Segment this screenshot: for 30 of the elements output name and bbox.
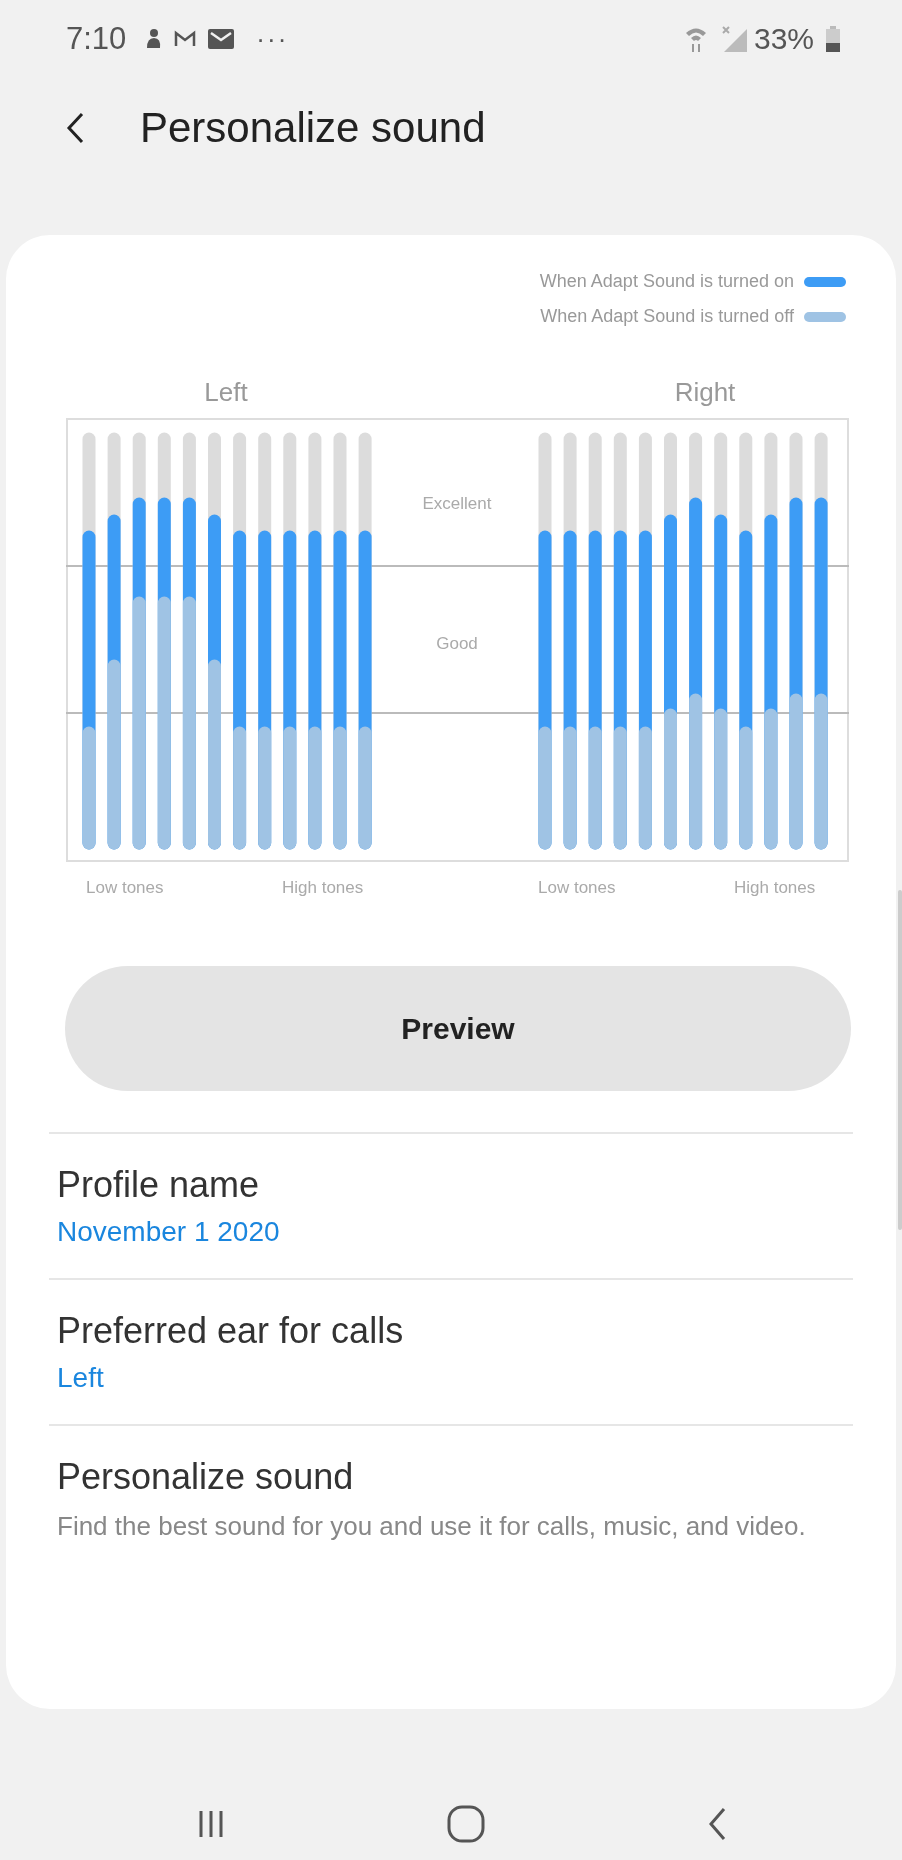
legend-label: When Adapt Sound is turned off: [540, 306, 794, 327]
axis-label: High tones: [282, 878, 365, 898]
chart-side-label: Right: [673, 377, 737, 408]
page-title: Personalize sound: [140, 104, 486, 152]
status-time: 7:10: [66, 21, 127, 57]
setting-value: Left: [57, 1362, 105, 1394]
setting-title: Personalize sound: [57, 1456, 355, 1498]
mail-icon: [208, 29, 235, 49]
more-notifications: ···: [256, 23, 289, 55]
setting-title: Preferred ear for calls: [57, 1310, 405, 1352]
home-icon[interactable]: [446, 1804, 486, 1844]
chart-side-label: Left: [203, 377, 249, 408]
settings-item[interactable]: Preferred ear for calls Left: [49, 1278, 853, 1424]
recent-apps-icon[interactable]: [198, 1809, 224, 1839]
setting-value: November 1 2020: [57, 1216, 281, 1248]
signal-icon: [719, 25, 748, 53]
back-icon[interactable]: [66, 112, 84, 144]
legend-label: When Adapt Sound is turned on: [539, 271, 794, 292]
setting-description: Find the best sound for you and use it for calls, music, and video.: [57, 1510, 807, 1543]
setting-title: Profile name: [57, 1164, 261, 1206]
preview-button[interactable]: Preview: [65, 966, 851, 1091]
back-icon[interactable]: [708, 1807, 726, 1841]
settings-item[interactable]: Profile name November 1 2020: [49, 1132, 853, 1278]
battery-icon: [826, 26, 840, 52]
hearing-chart-drawing: Excellent Good: [66, 418, 849, 862]
axis-label: Low tones: [538, 878, 617, 898]
axis-label: Low tones: [86, 878, 165, 898]
settings-item[interactable]: Personalize sound Find the best sound for you and use it for calls, music, and video.: [49, 1424, 853, 1575]
battery-percent: 33%: [753, 22, 814, 56]
axis-label: High tones: [734, 878, 816, 898]
